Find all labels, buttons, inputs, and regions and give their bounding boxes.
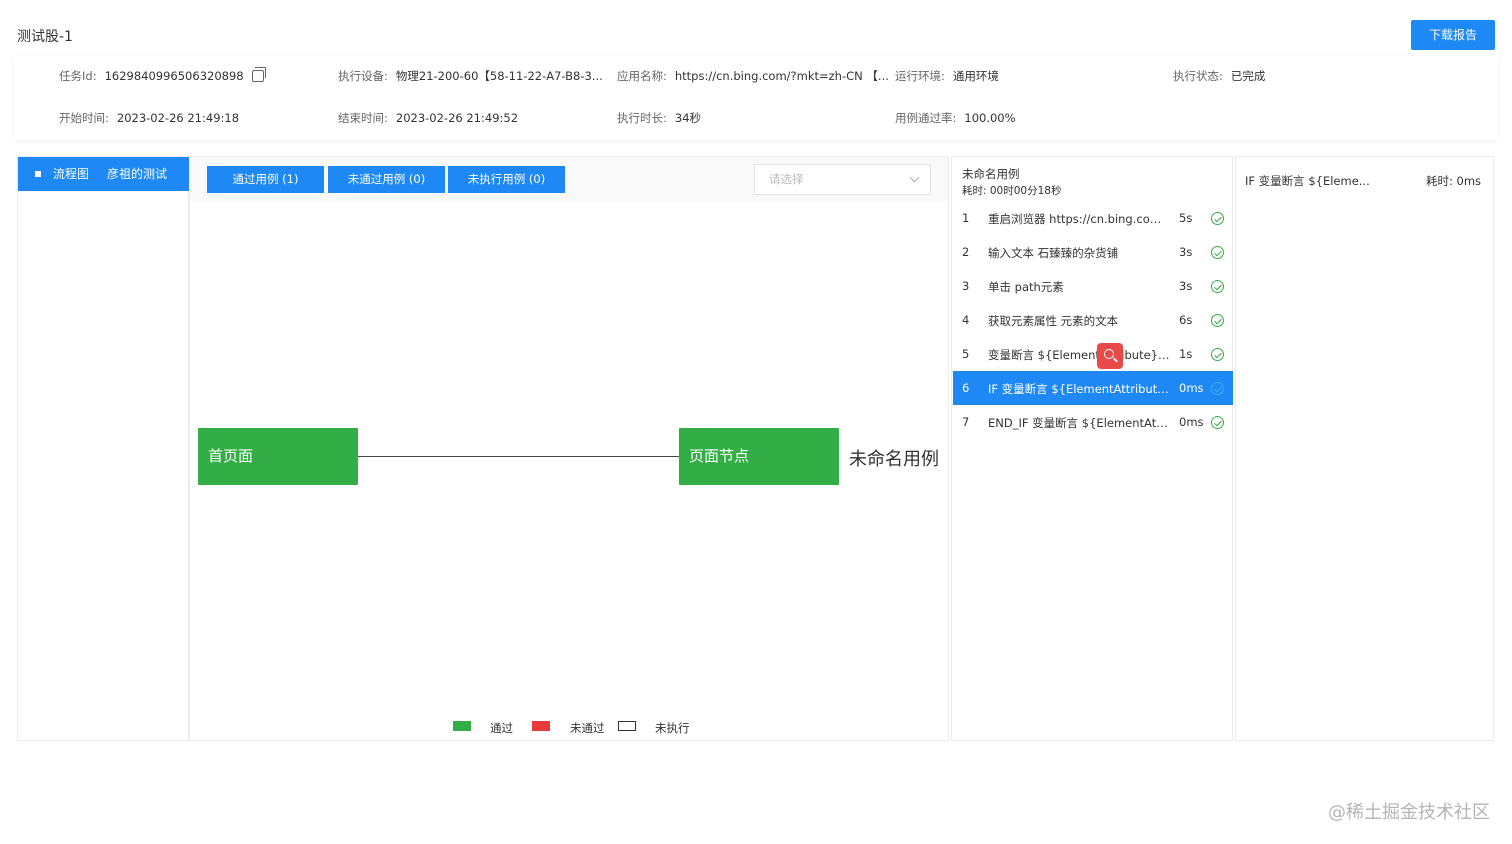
- case-select-placeholder: 请选择: [769, 172, 804, 186]
- step-number: 4: [962, 313, 970, 327]
- step-duration: 0ms: [1179, 381, 1204, 395]
- step-detail-panel: IF 变量断言 ${Eleme... 耗时: 0ms: [1235, 156, 1494, 741]
- device-value: 物理21-200-60【58-11-22-A7-B8-3...: [395, 69, 603, 83]
- copy-icon[interactable]: [251, 67, 266, 82]
- check-circle-icon: [1211, 382, 1224, 395]
- legend-failed-label: 未通过: [570, 721, 605, 735]
- step-name: END_IF 变量断言 ${ElementAttri...: [988, 416, 1170, 430]
- passed-cases-button[interactable]: 通过用例 (1): [207, 166, 324, 193]
- duration-value: 34秒: [674, 111, 702, 125]
- step-number: 7: [962, 415, 970, 429]
- step-number: 3: [962, 279, 970, 293]
- start-time-value: 2023-02-26 21:49:18: [116, 111, 240, 125]
- chevron-down-icon: [909, 172, 920, 183]
- failed-cases-button[interactable]: 未通过用例 (0): [328, 166, 445, 193]
- check-circle-icon: [1211, 212, 1224, 225]
- step-duration: 6s: [1179, 313, 1193, 327]
- status-label: 执行状态:: [1173, 69, 1223, 83]
- status-value: 已完成: [1230, 69, 1266, 83]
- step-name: 单击 path元素: [988, 280, 1064, 294]
- steps-title: 未命名用例: [962, 167, 1020, 181]
- start-time-label: 开始时间:: [59, 111, 109, 125]
- app-value: https://cn.bing.com/?mkt=zh-CN 【...: [674, 69, 889, 83]
- step-duration: 3s: [1179, 245, 1193, 259]
- step-duration: 0ms: [1179, 415, 1204, 429]
- tab-flowchart-name: 彦祖的测试: [107, 167, 168, 181]
- legend-failed-swatch: [532, 721, 550, 731]
- env-value: 通用环境: [952, 69, 999, 83]
- step-row[interactable]: 4 获取元素属性 元素的文本 6s: [953, 303, 1233, 337]
- pass-rate-value: 100.00%: [964, 111, 1016, 125]
- step-name: 变量断言 ${ElementAttribute} 相...: [988, 348, 1170, 362]
- step-row[interactable]: 1 重启浏览器 https://cn.bing.com/... 5s: [953, 201, 1233, 235]
- check-circle-icon: [1211, 348, 1224, 361]
- info-card: 任务Id: 1629840996506320898 执行设备: 物理21-200-6…: [14, 56, 1498, 140]
- legend-not-run-swatch: [618, 721, 636, 731]
- check-circle-icon: [1211, 246, 1224, 259]
- download-report-button[interactable]: 下载报告: [1411, 20, 1495, 50]
- step-name: IF 变量断言 ${ElementAttribute} ...: [988, 382, 1170, 396]
- square-icon: [35, 171, 41, 177]
- start-time-field: 开始时间: 2023-02-26 21:49:18: [59, 110, 239, 126]
- page-title: 测试股-1: [17, 29, 73, 45]
- flow-node-home[interactable]: 首页面: [198, 428, 358, 485]
- step-row[interactable]: 7 END_IF 变量断言 ${ElementAttri... 0ms: [953, 405, 1233, 439]
- step-number: 6: [962, 381, 970, 395]
- step-name: 输入文本 石臻臻的杂货铺: [988, 246, 1119, 260]
- check-circle-icon: [1211, 416, 1224, 429]
- flow-node-page[interactable]: 页面节点: [679, 428, 839, 485]
- flow-case-label: 未命名用例: [849, 449, 939, 470]
- tab-flowchart[interactable]: 流程图 彦祖的测试: [18, 157, 189, 191]
- end-time-value: 2023-02-26 21:49:52: [395, 111, 519, 125]
- step-duration: 3s: [1179, 279, 1193, 293]
- tab-flowchart-label: 流程图: [53, 167, 90, 181]
- steps-total-time: 耗时: 00时00分18秒: [962, 185, 1062, 197]
- step-duration: 5s: [1179, 211, 1193, 225]
- duration-label: 执行时长:: [617, 111, 667, 125]
- step-number: 2: [962, 245, 970, 259]
- step-name: 获取元素属性 元素的文本: [988, 314, 1119, 328]
- case-list-panel: 流程图 彦祖的测试: [17, 156, 189, 741]
- step-row-selected[interactable]: 6 IF 变量断言 ${ElementAttribute} ... 0ms: [953, 371, 1233, 405]
- watermark: @稀土掘金技术社区: [1328, 802, 1490, 823]
- pass-rate-label: 用例通过率:: [895, 111, 957, 125]
- env-field: 运行环境: 通用环境: [895, 68, 999, 84]
- flow-edge: [358, 456, 680, 457]
- pass-rate-field: 用例通过率: 100.00%: [895, 110, 1016, 126]
- step-number: 1: [962, 211, 970, 225]
- check-circle-icon: [1211, 314, 1224, 327]
- task-id-label: 任务Id:: [59, 69, 97, 83]
- step-name: 重启浏览器 https://cn.bing.com/...: [988, 212, 1170, 226]
- step-detail-title: IF 变量断言 ${Eleme...: [1245, 174, 1370, 188]
- legend-passed-label: 通过: [490, 721, 513, 735]
- end-time-label: 结束时间:: [338, 111, 388, 125]
- case-select[interactable]: 请选择: [754, 164, 931, 195]
- search-icon-handle: [1113, 357, 1118, 363]
- check-circle-icon: [1211, 280, 1224, 293]
- step-row[interactable]: 3 单击 path元素 3s: [953, 269, 1233, 303]
- env-label: 运行环境:: [895, 69, 945, 83]
- step-row[interactable]: 5 变量断言 ${ElementAttribute} 相... 1s: [953, 337, 1233, 371]
- app-field: 应用名称: https://cn.bing.com/?mkt=zh-CN 【...: [617, 68, 889, 84]
- device-label: 执行设备:: [338, 69, 388, 83]
- end-time-field: 结束时间: 2023-02-26 21:49:52: [338, 110, 518, 126]
- legend-passed-swatch: [453, 721, 471, 731]
- filter-bar: 通过用例 (1) 未通过用例 (0) 未执行用例 (0) 请选择: [190, 157, 948, 201]
- not-run-cases-button[interactable]: 未执行用例 (0): [448, 166, 565, 193]
- step-row[interactable]: 2 输入文本 石臻臻的杂货铺 3s: [953, 235, 1233, 269]
- flowchart-panel: 通过用例 (1) 未通过用例 (0) 未执行用例 (0) 请选择 首页面 页面节…: [189, 156, 949, 741]
- device-field: 执行设备: 物理21-200-60【58-11-22-A7-B8-3...: [338, 68, 603, 84]
- steps-panel: 未命名用例 耗时: 00时00分18秒 1 重启浏览器 https://cn.b…: [951, 156, 1233, 741]
- duration-field: 执行时长: 34秒: [617, 110, 701, 126]
- task-id-field: 任务Id: 1629840996506320898: [59, 67, 266, 84]
- app-label: 应用名称:: [617, 69, 667, 83]
- task-id-value: 1629840996506320898: [104, 69, 244, 83]
- status-field: 执行状态: 已完成: [1173, 68, 1265, 84]
- step-detail-time: 耗时: 0ms: [1426, 174, 1482, 188]
- step-duration: 1s: [1179, 347, 1193, 361]
- search-button[interactable]: [1097, 343, 1123, 369]
- legend-not-run-label: 未执行: [655, 721, 690, 735]
- step-number: 5: [962, 347, 970, 361]
